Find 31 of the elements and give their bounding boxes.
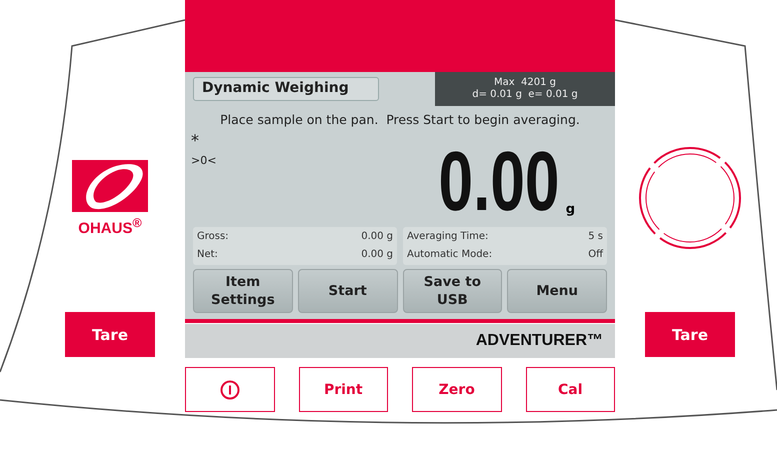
tare-button[interactable]: Tare <box>65 312 155 357</box>
brand-logo-text: OHAUS$^{®}$ <box>78 216 142 237</box>
info-label: Net: <box>197 248 218 262</box>
logo-mark-icon <box>72 160 148 212</box>
info-value: 5 s <box>588 230 603 244</box>
info-value: 0.00 g <box>361 248 393 262</box>
readability-text: d= 0.01 g e= 0.01 g <box>472 89 578 101</box>
power-button[interactable] <box>185 367 274 412</box>
info-label: Averaging Time: <box>407 230 488 244</box>
key-button[interactable]: Print <box>298 367 388 412</box>
tare-button[interactable]: Tare <box>645 312 735 357</box>
softkey-button[interactable]: Menu <box>507 269 607 313</box>
power-icon <box>220 380 240 400</box>
info-value: Off <box>588 248 603 262</box>
softkey-button[interactable]: Item Settings <box>193 269 293 313</box>
softkey-button[interactable]: Start <box>298 269 398 313</box>
weight-unit: g <box>566 202 575 217</box>
key-button[interactable]: Zero <box>412 367 502 412</box>
mode-title[interactable]: Dynamic Weighing <box>193 77 379 101</box>
softkey-button[interactable]: Save to USB <box>402 269 502 313</box>
key-button[interactable]: Cal <box>526 367 615 412</box>
capacity-text: Max 4201 g <box>494 77 556 89</box>
info-label: Gross: <box>197 230 229 244</box>
model-name: ADVENTURER™ <box>476 332 603 350</box>
info-value: 0.00 g <box>361 230 393 244</box>
weight-reading: 0.00 <box>438 143 560 219</box>
instruction-message: Place sample on the pan. Press Start to begin averaging. <box>219 112 581 127</box>
info-label: Automatic Mode: <box>407 248 492 262</box>
zero-indicator: >0< <box>191 154 216 167</box>
stable-indicator: * <box>191 131 200 150</box>
ring-icon <box>638 146 742 250</box>
